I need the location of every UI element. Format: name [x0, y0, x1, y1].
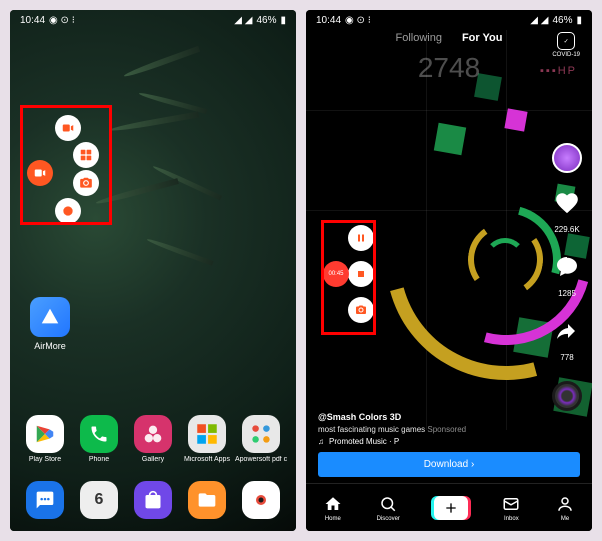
- music-note-icon: ♫: [318, 437, 324, 446]
- download-button[interactable]: Download ›: [318, 452, 580, 477]
- files-icon: [188, 481, 226, 519]
- caption-username[interactable]: @Smash Colors 3D: [318, 412, 522, 422]
- tiktok-sidebar: 229.6K 1285 778: [552, 143, 582, 411]
- tab-foryou[interactable]: For You: [462, 32, 503, 44]
- tiktok-bottom-nav: Home Discover Inbox Me: [306, 483, 592, 531]
- caption-music[interactable]: ♫Promoted Music · P: [318, 437, 522, 446]
- battery-text: 46%: [552, 15, 572, 26]
- hp-indicator: ▪▪▪HP: [540, 65, 577, 77]
- tab-following[interactable]: Following: [395, 32, 441, 44]
- phone-home-screen: 10:44 ◉ ⊙ ⁝ ◢ ◢ 46% ▮: [10, 10, 296, 531]
- like-button[interactable]: 229.6K: [553, 189, 581, 237]
- inbox-icon: [501, 494, 521, 514]
- status-time: 10:44: [20, 15, 45, 26]
- nav-discover[interactable]: Discover: [377, 494, 400, 522]
- nav-create[interactable]: [434, 496, 468, 520]
- app-files[interactable]: [183, 481, 231, 519]
- signal-icon: ◢ ◢: [234, 15, 252, 26]
- notification-icon: ◉ ⊙ ⁝: [345, 15, 371, 26]
- notification-icon: ◉ ⊙ ⁝: [49, 15, 75, 26]
- app-row-1: Play Store Phone Gallery Microsoft Apps …: [10, 415, 296, 463]
- battery-icon: ▮: [280, 15, 286, 26]
- camera-icon: [242, 481, 280, 519]
- avatar-icon: [552, 143, 582, 173]
- app-folder-microsoft[interactable]: Microsoft Apps: [183, 415, 231, 463]
- app-gallery[interactable]: Gallery: [129, 415, 177, 463]
- app-phone[interactable]: Phone: [75, 415, 123, 463]
- sponsored-tag: Sponsored: [427, 425, 466, 434]
- phone-tiktok: 10:44 ◉ ⊙ ⁝ ◢ ◢ 46% ▮ Following For You …: [306, 10, 592, 531]
- app-airmore[interactable]: AirMore: [30, 297, 70, 351]
- phone-icon: [80, 415, 118, 453]
- plus-icon: [434, 496, 468, 520]
- store-icon: [134, 481, 172, 519]
- share-icon: [553, 317, 581, 345]
- nav-me[interactable]: Me: [555, 494, 575, 522]
- game-score: 2748: [418, 52, 480, 84]
- profile-avatar[interactable]: [552, 143, 582, 173]
- caption-description: most fascinating music games: [318, 425, 425, 434]
- app-store[interactable]: [129, 481, 177, 519]
- nav-home[interactable]: Home: [323, 494, 343, 522]
- annotation-highlight: [321, 220, 376, 335]
- status-bar: 10:44 ◉ ⊙ ⁝ ◢ ◢ 46% ▮: [306, 10, 592, 30]
- tiktok-tabs: Following For You: [306, 32, 592, 44]
- app-messages[interactable]: [21, 481, 69, 519]
- folder-icon: [188, 415, 226, 453]
- app-folder-apowersoft[interactable]: Apowersoft pdf conve: [237, 415, 285, 463]
- comment-button[interactable]: 1285: [553, 253, 581, 301]
- dock: 6: [10, 481, 296, 519]
- share-button[interactable]: 778: [553, 317, 581, 365]
- app-calendar[interactable]: 6: [75, 481, 123, 519]
- annotation-highlight: [20, 105, 112, 225]
- folder-icon: [242, 415, 280, 453]
- signal-icon: ◢ ◢: [530, 15, 548, 26]
- play-store-icon: [26, 415, 64, 453]
- calendar-icon: 6: [80, 481, 118, 519]
- battery-icon: ▮: [576, 15, 582, 26]
- gallery-icon: [134, 415, 172, 453]
- home-icon: [323, 494, 343, 514]
- nav-inbox[interactable]: Inbox: [501, 494, 521, 522]
- comment-icon: [553, 253, 581, 281]
- messages-icon: [26, 481, 64, 519]
- music-disc[interactable]: [552, 381, 582, 411]
- status-bar: 10:44 ◉ ⊙ ⁝ ◢ ◢ 46% ▮: [10, 10, 296, 30]
- airmore-icon: [30, 297, 70, 337]
- app-play-store[interactable]: Play Store: [21, 415, 69, 463]
- disc-icon: [552, 381, 582, 411]
- status-time: 10:44: [316, 15, 341, 26]
- search-icon: [378, 494, 398, 514]
- profile-icon: [555, 494, 575, 514]
- video-caption: @Smash Colors 3D most fascinating music …: [318, 412, 522, 446]
- heart-icon: [553, 189, 581, 217]
- app-camera[interactable]: [237, 481, 285, 519]
- battery-text: 46%: [256, 15, 276, 26]
